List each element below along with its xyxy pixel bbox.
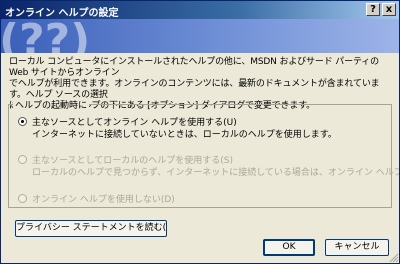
option-detail: ローカルのヘルプで見つからず、インターネットに接続している場合は、オンライン ヘ…: [32, 168, 399, 178]
radio-no-online-help[interactable]: オンライン ヘルプを使用しない(D): [18, 192, 175, 205]
ok-button[interactable]: OK: [263, 239, 315, 256]
online-help-settings-dialog: オンライン ヘルプの設定 ? x (??) ローカル コンピュータにインストール…: [0, 0, 400, 264]
radio-button[interactable]: [18, 194, 27, 203]
radio-button-selected[interactable]: [18, 117, 27, 126]
description-line: ローカル コンピュータにインストールされたヘルプの他に、MSDN およびサード …: [9, 57, 379, 78]
title-bar[interactable]: オンライン ヘルプの設定 ? x: [1, 1, 399, 19]
close-icon[interactable]: x: [382, 3, 396, 16]
banner-help-icon: (??): [1, 19, 90, 53]
svg-text:(??): (??): [1, 19, 90, 53]
help-question-icon[interactable]: ?: [366, 3, 380, 16]
radio-button[interactable]: [18, 155, 27, 164]
cancel-button[interactable]: キャンセル: [325, 239, 389, 256]
radio-label: オンライン ヘルプを使用しない(D): [32, 195, 175, 205]
startup-group-label: ヘルプの起動時に: [13, 98, 90, 111]
help-banner: (??): [1, 19, 399, 53]
read-privacy-statement-button[interactable]: プライバシー ステートメントを読む(R)...: [15, 220, 167, 237]
option-detail: インターネットに接続していないときは、ローカルのヘルプを使用します。: [32, 130, 337, 140]
resize-grip-icon[interactable]: [387, 251, 399, 263]
window-title: オンライン ヘルプの設定: [5, 8, 119, 19]
